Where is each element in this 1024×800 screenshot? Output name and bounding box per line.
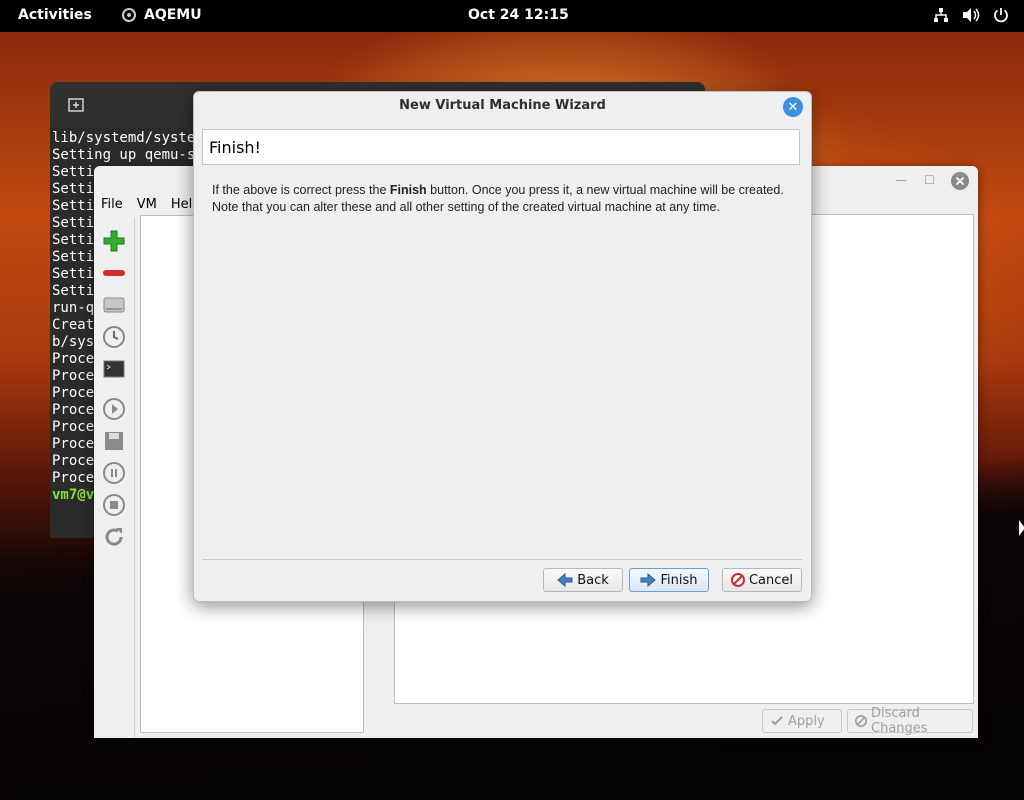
body-text: If the above is correct press the [212,183,390,197]
add-vm-icon[interactable] [101,228,127,254]
activities-button[interactable]: Activities [18,7,92,23]
terminal-line: Setting up qemu-sy [52,147,204,163]
reset-icon[interactable] [101,524,127,550]
volume-icon[interactable] [962,6,980,24]
disk-icon[interactable] [101,292,127,318]
aqemu-app-icon [122,8,136,22]
terminal-line: lib/systemd/system [52,130,204,146]
system-tray[interactable] [932,6,1010,24]
cancel-label: Cancel [748,572,794,588]
discard-label: Discard Changes [871,706,928,736]
app-name: AQEMU [144,7,202,23]
finish-label: Finish [660,572,698,588]
divider [202,559,802,560]
dialog-title: New Virtual Machine Wizard [399,98,606,113]
new-tab-icon[interactable] [68,98,84,112]
back-button[interactable]: Back [543,568,623,592]
cancel-button[interactable]: Cancel [722,568,802,592]
console-icon[interactable] [101,356,127,382]
body-paragraph-1: If the above is correct press the Finish… [212,182,792,199]
save-icon[interactable] [101,428,127,454]
cancel-icon [855,714,868,728]
body-paragraph-2: Note that you can alter these and all ot… [212,200,720,214]
cancel-icon [730,573,745,587]
arrow-left-icon [557,573,573,587]
aqemu-toolbar [94,218,135,738]
network-icon[interactable] [932,6,950,24]
close-icon[interactable] [950,171,970,191]
top-bar: Activities AQEMU Oct 24 12:15 [0,0,1024,32]
power-icon[interactable] [992,6,1010,24]
app-menu[interactable]: AQEMU [122,7,202,23]
mouse-cursor [1019,520,1024,536]
maximize-icon[interactable]: ☐ [924,173,935,187]
wizard-body: If the above is correct press the Finish… [212,182,792,216]
finish-button[interactable]: Finish [629,568,709,592]
minimize-icon[interactable]: — [895,173,907,187]
remove-vm-icon[interactable] [101,260,127,286]
body-text: button. Once you press it, a new virtual… [426,183,784,197]
arrow-right-icon [640,573,657,587]
clock[interactable]: Oct 24 12:15 [468,7,569,23]
start-icon[interactable] [101,396,127,422]
apply-button[interactable]: Apply [762,709,842,733]
pause-icon[interactable] [101,460,127,486]
check-icon [771,716,783,726]
menu-vm[interactable]: VM [130,195,164,217]
close-icon[interactable]: ✕ [783,97,803,117]
wizard-page-title: Finish! [202,129,800,165]
new-vm-wizard-dialog[interactable]: New Virtual Machine Wizard ✕ Finish! If … [193,91,812,602]
apply-label: Apply [788,713,825,729]
clock-icon[interactable] [101,324,127,350]
aqemu-menubar: File VM Hel [94,195,199,217]
back-label: Back [577,572,609,588]
body-bold-text: Finish [389,183,427,197]
discard-changes-button[interactable]: Discard Changes [847,706,973,736]
menu-file[interactable]: File [94,195,130,217]
stop-icon[interactable] [101,492,127,518]
